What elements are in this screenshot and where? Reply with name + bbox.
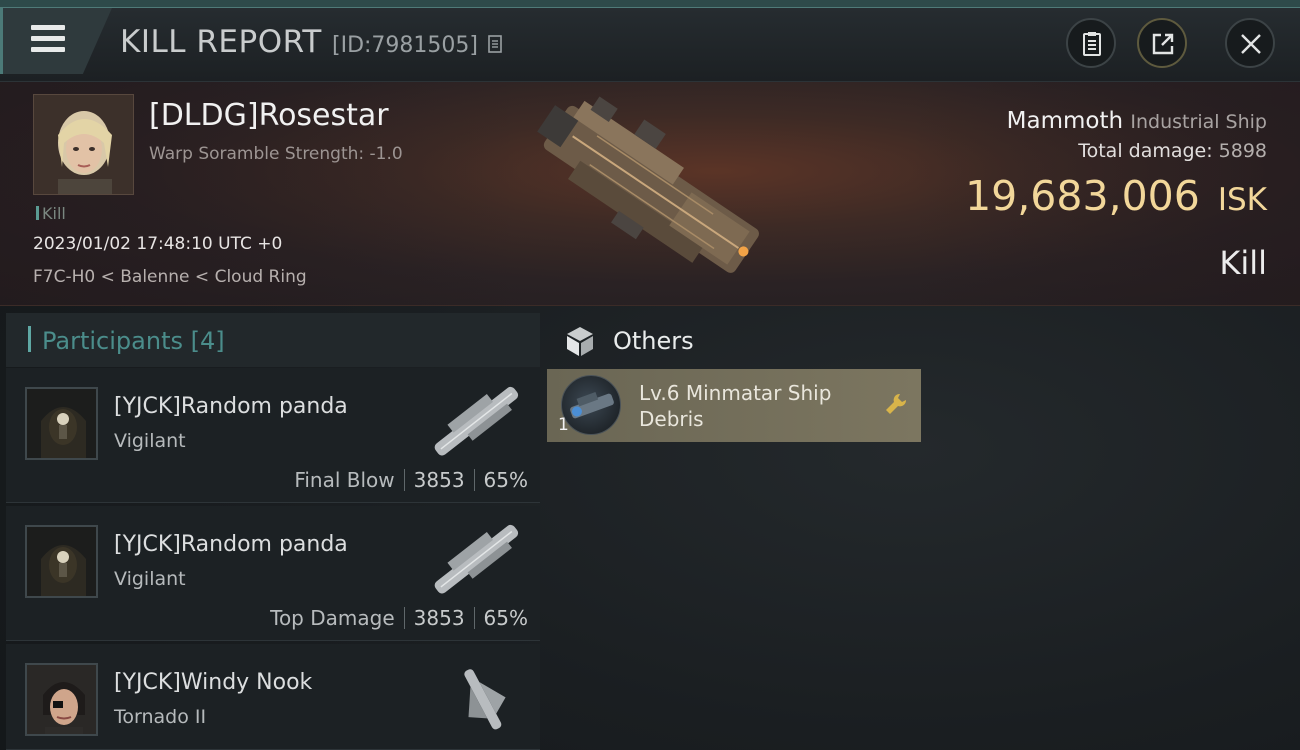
participant-ship: Vigilant <box>114 430 186 452</box>
participant-ship-image <box>434 524 519 594</box>
participant-ship-image <box>464 669 506 730</box>
share-button[interactable] <box>1137 18 1187 68</box>
participant-stat-label: Top Damage <box>270 606 395 630</box>
participant-damage: 3853 <box>413 606 465 630</box>
close-icon <box>1241 34 1261 54</box>
participant-percent: 65% <box>483 606 528 630</box>
kill-result: Kill <box>1219 244 1267 282</box>
participant-stats: Top Damage 3853 65% <box>270 606 528 630</box>
participant-row[interactable]: [YJCK]Random panda Vigilant Final Blow 38… <box>6 368 540 503</box>
menu-icon <box>31 25 67 55</box>
participants-title: Participants [4] <box>42 327 225 355</box>
share-icon <box>1152 33 1174 55</box>
kill-location[interactable]: F7C-H0 < Balenne < Cloud Ring <box>33 267 307 287</box>
participant-name: [YJCK]Random panda <box>114 394 348 419</box>
wrench-icon[interactable] <box>883 391 909 417</box>
report-id: [ID:7981505] <box>332 33 478 58</box>
victim-ship-model <box>537 96 759 273</box>
isk-value: 19,683,006 <box>965 172 1200 220</box>
victim-banner: [DLDG]Rosestar Warp Soramble Strength: -… <box>0 82 1300 306</box>
participants-header[interactable]: Participants [4] <box>6 313 540 367</box>
total-damage-label: Total damage: <box>1078 140 1213 162</box>
total-damage-value: 5898 <box>1218 140 1267 162</box>
participant-ship: Tornado II <box>114 706 207 728</box>
copy-id-icon[interactable] <box>487 35 505 55</box>
ship-class: Industrial Ship <box>1130 111 1267 133</box>
participant-ship: Vigilant <box>114 568 186 590</box>
kill-report-window: KILL REPORT [ID:7981505] [DLDG]Rosestar … <box>0 0 1300 750</box>
participant-name: [YJCK]Windy Nook <box>114 670 313 695</box>
victim-name[interactable]: [DLDG]Rosestar <box>149 98 389 133</box>
participants-accent <box>28 326 31 352</box>
participant-row[interactable]: i [YJCK]Windy Nook Tornado II <box>6 644 540 750</box>
ship-name[interactable]: Mammoth <box>1007 108 1123 134</box>
participant-damage: 3853 <box>413 468 465 492</box>
participant-percent: 65% <box>483 468 528 492</box>
victim-avatar[interactable] <box>33 94 134 195</box>
clipboard-button[interactable] <box>1066 18 1116 68</box>
page-title: KILL REPORT <box>120 24 322 60</box>
dropped-item-card[interactable]: 1 Lv.6 Minmatar Ship Debris <box>547 369 921 442</box>
top-border <box>0 0 1300 8</box>
close-button[interactable] <box>1225 18 1275 68</box>
participant-avatar <box>25 387 98 460</box>
participant-avatar: i <box>25 663 98 736</box>
participant-ship-image <box>434 386 519 456</box>
participant-stats: Final Blow 3853 65% <box>294 468 528 492</box>
participant-name: [YJCK]Random panda <box>114 532 348 557</box>
participant-row[interactable]: [YJCK]Random panda Vigilant Top Damage 38… <box>6 506 540 641</box>
participant-stat-label: Final Blow <box>294 468 395 492</box>
kill-tag: Kill <box>36 204 66 223</box>
item-name: Lv.6 Minmatar Ship Debris <box>639 381 832 431</box>
clipboard-icon <box>1083 32 1101 56</box>
isk-unit: ISK <box>1217 182 1267 218</box>
isk-row: 19,683,006 ISK <box>965 172 1267 220</box>
kill-tag-label: Kill <box>42 204 66 223</box>
item-icon <box>561 375 621 435</box>
ship-name-line: Mammoth Industrial Ship <box>1007 108 1267 134</box>
item-quantity: 1 <box>558 415 569 435</box>
cube-icon <box>567 327 593 356</box>
others-title: Others <box>613 327 694 355</box>
warp-scramble-strength: Warp Soramble Strength: -1.0 <box>149 144 403 164</box>
total-damage-row: Total damage: 5898 <box>1078 140 1267 162</box>
kill-datetime: 2023/01/02 17:48:10 UTC +0 <box>33 234 283 254</box>
participant-avatar <box>25 525 98 598</box>
